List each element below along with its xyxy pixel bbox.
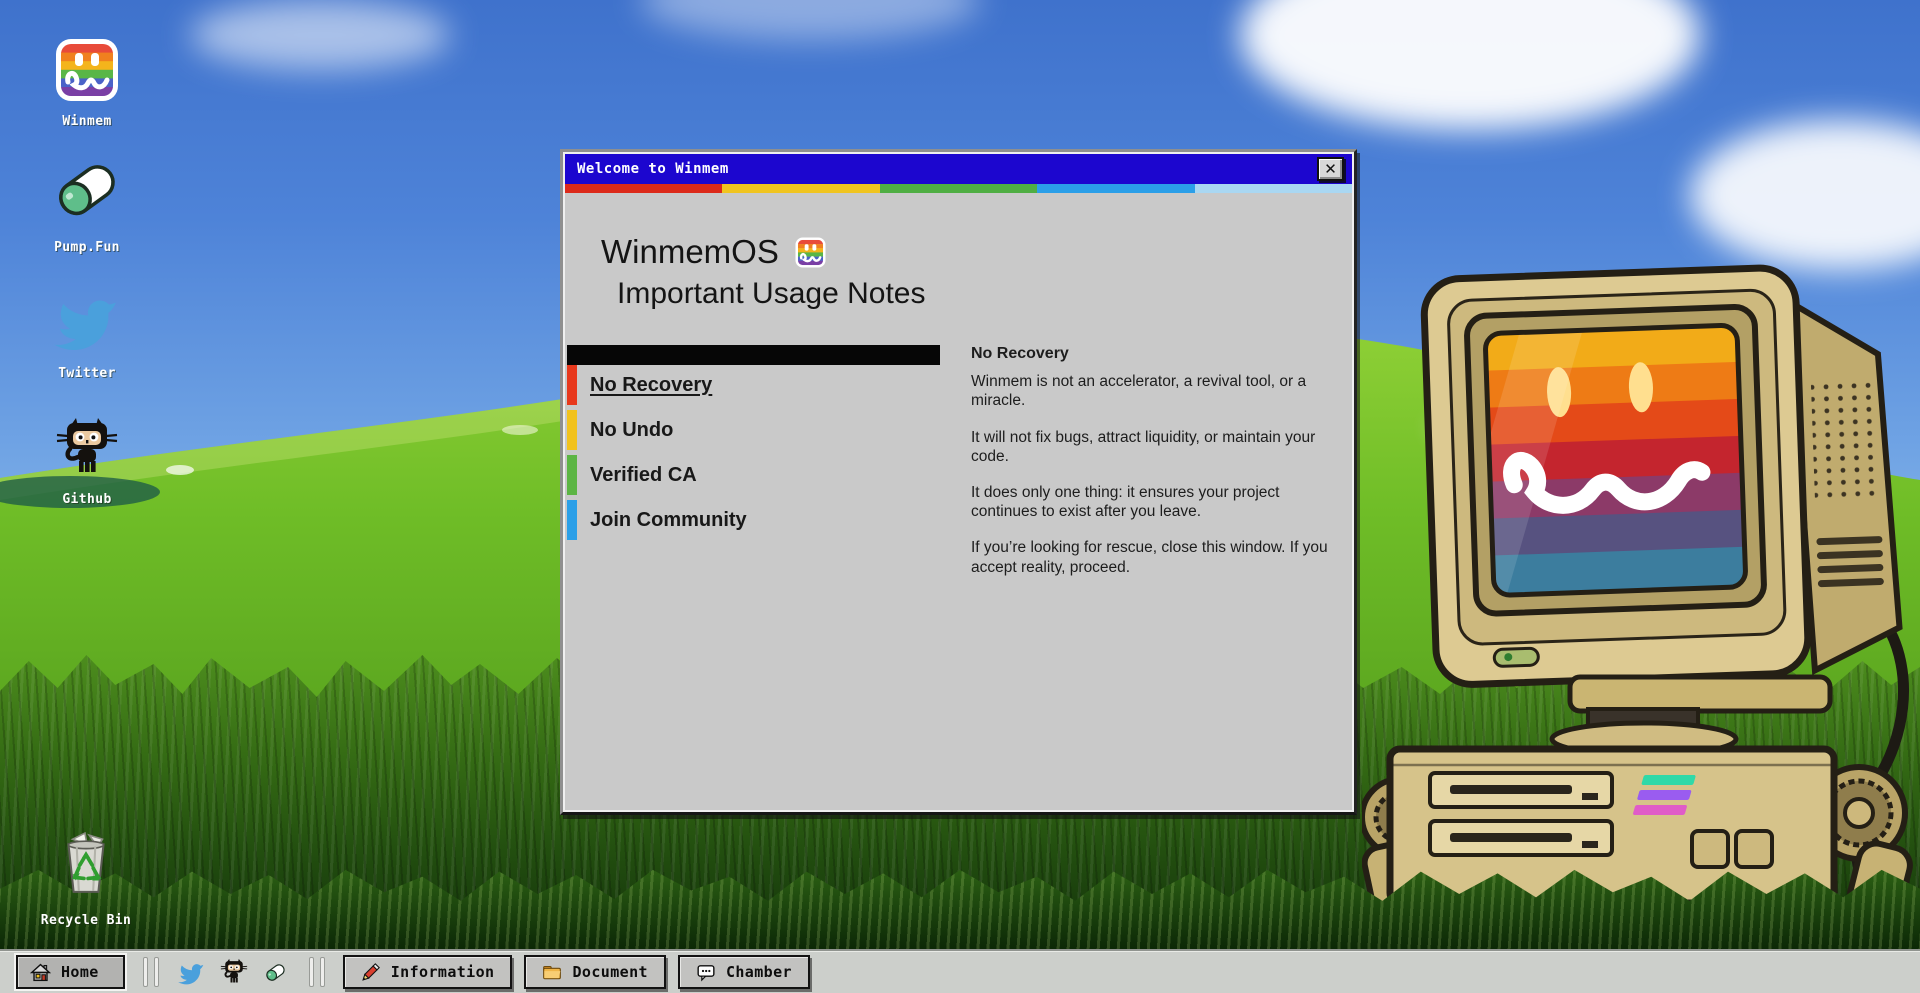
- desktop-icons: Winmem Pump.Fun Twitter Github: [28, 30, 146, 507]
- twitter-icon[interactable]: [177, 957, 207, 987]
- information-button[interactable]: Information: [343, 955, 513, 989]
- chat-icon: [696, 962, 716, 982]
- desktop-icon-github[interactable]: Github: [55, 408, 119, 507]
- desktop-icon-label: Recycle Bin: [41, 913, 132, 928]
- pencil-icon: [361, 962, 381, 982]
- menu-item-join-community[interactable]: Join Community: [567, 500, 940, 540]
- pill-icon[interactable]: [261, 957, 291, 987]
- menu-item-no-undo[interactable]: No Undo: [567, 410, 940, 450]
- note-content: No Recovery Winmem is not an accelerator…: [971, 345, 1349, 594]
- window-heading: WinmemOS Important Usage Notes: [601, 235, 1352, 309]
- heading-line1: WinmemOS: [601, 235, 779, 270]
- taskbar: Home Information Document Chamber: [0, 949, 1920, 993]
- desktop-icon-recycle-bin[interactable]: Recycle Bin: [26, 831, 146, 928]
- window-titlebar[interactable]: Welcome to Winmem ✕: [565, 154, 1352, 184]
- menu-item-verified-ca[interactable]: Verified CA: [567, 455, 940, 495]
- menu-color-bar: [567, 500, 577, 540]
- document-button[interactable]: Document: [524, 955, 665, 989]
- desktop-icon-twitter[interactable]: Twitter: [54, 282, 120, 381]
- content-paragraph: Winmem is not an accelerator, a revival …: [971, 372, 1349, 410]
- content-paragraph: If you’re looking for rescue, close this…: [971, 538, 1349, 576]
- desktop-icon-winmem[interactable]: Winmem: [55, 30, 119, 129]
- close-button[interactable]: ✕: [1317, 157, 1344, 181]
- menu-color-bar: [567, 365, 577, 405]
- content-paragraph: It does only one thing: it ensures your …: [971, 483, 1349, 521]
- content-heading: No Recovery: [971, 345, 1349, 363]
- notes-menu: No Recovery No Undo Verified CA Joi: [567, 345, 940, 594]
- desktop-icon-label: Pump.Fun: [54, 240, 120, 255]
- home-button[interactable]: Home: [16, 955, 125, 989]
- desktop-icon-label: Twitter: [58, 366, 116, 381]
- github-icon: [55, 408, 119, 480]
- menu-item-no-recovery[interactable]: No Recovery: [567, 365, 940, 405]
- chamber-button[interactable]: Chamber: [678, 955, 810, 989]
- window-title: Welcome to Winmem: [577, 161, 729, 177]
- github-icon[interactable]: [219, 957, 249, 987]
- welcome-window: Welcome to Winmem ✕ WinmemOS Important U…: [560, 149, 1357, 815]
- twitter-icon: [54, 282, 120, 354]
- recycle-bin-icon: [53, 831, 119, 901]
- winmem-icon: [55, 30, 119, 102]
- titlebar-color-stripes: [565, 184, 1352, 193]
- house-icon: [30, 962, 51, 983]
- desktop-icon-label: Winmem: [62, 114, 111, 129]
- content-paragraph: It will not fix bugs, attract liquidity,…: [971, 428, 1349, 466]
- desktop-icon-pumpfun[interactable]: Pump.Fun: [49, 156, 125, 255]
- menu-color-bar: [567, 455, 577, 495]
- retro-computer-illustration: [1362, 245, 1920, 957]
- heading-line2: Important Usage Notes: [617, 278, 1352, 310]
- desktop: Winmem Pump.Fun Twitter Github Recycle B…: [0, 0, 1920, 993]
- window-body: WinmemOS Important Usage Notes No Recove…: [565, 193, 1352, 810]
- menu-color-bar: [567, 410, 577, 450]
- winmem-logo-icon: [795, 237, 826, 268]
- pill-icon: [49, 156, 125, 228]
- taskbar-separator: [309, 957, 325, 987]
- menu-header-bar: [567, 345, 940, 365]
- folder-icon: [542, 962, 562, 982]
- taskbar-separator: [143, 957, 159, 987]
- desktop-icon-label: Github: [62, 492, 111, 507]
